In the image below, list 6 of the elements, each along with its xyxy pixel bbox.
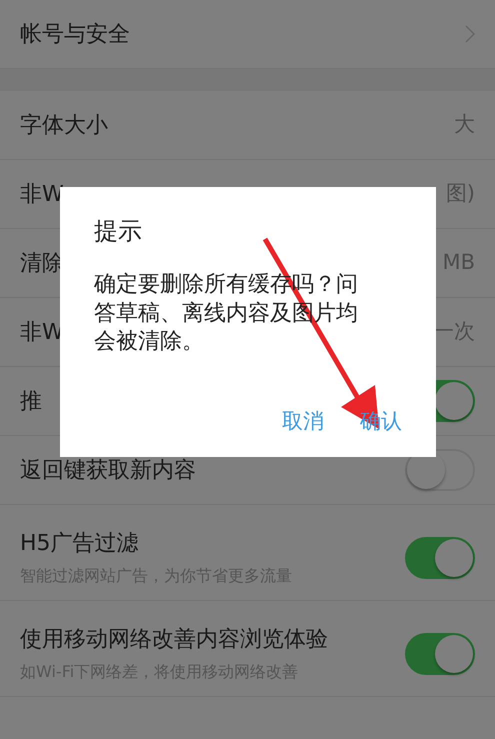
setting-label: 推 <box>20 388 42 416</box>
setting-label: 字体大小 <box>20 112 108 140</box>
setting-label: 使用移动网络改善内容浏览体验 <box>20 626 328 654</box>
setting-label: 返回键获取新内容 <box>20 456 196 484</box>
setting-label: H5广告过滤 <box>20 530 140 558</box>
setting-label: 帐号与安全 <box>20 20 130 48</box>
